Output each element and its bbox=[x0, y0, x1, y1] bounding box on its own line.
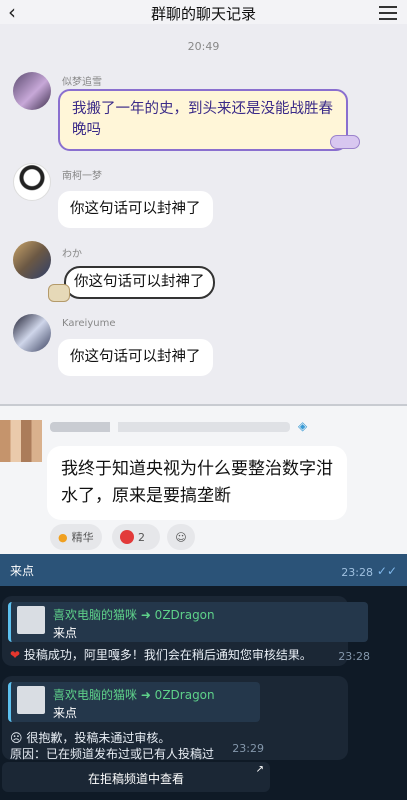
avatar[interactable] bbox=[13, 241, 51, 279]
quote-text: 来点 bbox=[53, 706, 78, 720]
message-bubble: 我搬了一年的史，到头来还是没能战胜春晚吗 bbox=[58, 89, 348, 151]
reaction-count: 2 bbox=[138, 530, 145, 544]
nickname: Kareiyume bbox=[62, 318, 116, 329]
quote-thumbnail bbox=[17, 686, 45, 714]
view-rejected-channel-button[interactable]: 在拒稿频道中查看 ↗ bbox=[2, 762, 270, 792]
record-title: 群聊的聊天记录 bbox=[150, 5, 256, 23]
blurred-meta bbox=[50, 422, 290, 432]
quote-author: 喜欢电脑的猫咪 ➜ 0ZDragon bbox=[53, 608, 215, 622]
reply-quote[interactable]: 喜欢电脑的猫咪 ➜ 0ZDragon 来点 bbox=[8, 682, 260, 722]
message-time: 23:29 bbox=[232, 742, 264, 755]
nickname: 南柯一梦 bbox=[62, 171, 102, 182]
double-check-icon: ✓✓ bbox=[376, 564, 397, 578]
bubble-decoration-icon bbox=[330, 135, 360, 149]
channel-post: ◈ 我终于知道央视为什么要整治数字泔水了，原来是要搞垄断 ● 精华 2 ☺ bbox=[0, 404, 407, 554]
button-label: 在拒稿频道中查看 bbox=[87, 772, 184, 786]
smile-icon: ☺ bbox=[175, 530, 187, 544]
sticker-icon bbox=[48, 284, 70, 302]
reaction-red[interactable]: 2 bbox=[112, 524, 160, 550]
reply-quote[interactable]: 喜欢电脑的猫咪 ➜ 0ZDragon 来点 bbox=[8, 602, 368, 642]
bot-message-line: ❤ 投稿成功，阿里嘎多！我们会在稍后通知您审核结果。 bbox=[10, 648, 312, 662]
timestamp: 20:49 bbox=[187, 40, 220, 53]
badge-icon: ◈ bbox=[298, 419, 308, 433]
avatar[interactable] bbox=[13, 72, 51, 110]
record-header: ‹ 群聊的聊天记录 bbox=[0, 0, 407, 24]
bot-message-line: ☹ 很抱歉，投稿未通过审核。 bbox=[10, 731, 171, 745]
quote-thumbnail bbox=[17, 606, 45, 634]
quote-text: 来点 bbox=[53, 626, 78, 640]
menu-icon[interactable] bbox=[379, 6, 397, 20]
nickname: わか bbox=[62, 249, 82, 260]
sad-face-icon: ☹ bbox=[10, 731, 23, 745]
flame-icon: ● bbox=[58, 530, 68, 544]
bot-reply-rejected[interactable]: 喜欢电脑的猫咪 ➜ 0ZDragon 来点 ☹ 很抱歉，投稿未通过审核。 原因：… bbox=[2, 676, 348, 761]
heart-icon: ❤ bbox=[10, 648, 21, 662]
bot-reply-success[interactable]: 喜欢电脑的猫咪 ➜ 0ZDragon 来点 ❤ 投稿成功，阿里嘎多！我们会在稍后… bbox=[2, 596, 370, 666]
message-time: 23:28 bbox=[341, 566, 373, 579]
message-bubble: 你这句话可以封神了 bbox=[58, 191, 213, 228]
external-link-icon: ↗ bbox=[255, 764, 264, 775]
outgoing-message[interactable]: 来点 23:28 ✓✓ bbox=[0, 554, 407, 586]
add-reaction-button[interactable]: ☺ bbox=[167, 524, 195, 550]
nickname: 似梦追雪 bbox=[62, 77, 102, 88]
post-text: 我终于知道央视为什么要整治数字泔水了，原来是要搞垄断 bbox=[47, 446, 347, 520]
message-bubble: 你这句话可以封神了 bbox=[64, 266, 215, 299]
avatar[interactable] bbox=[13, 163, 51, 201]
message-bubble: 你这句话可以封神了 bbox=[58, 339, 213, 376]
quote-author: 喜欢电脑的猫咪 ➜ 0ZDragon bbox=[53, 688, 215, 702]
reaction-label: 精华 bbox=[71, 531, 94, 544]
message-time: 23:28 bbox=[338, 650, 370, 663]
chat-record-panel: ‹ 群聊的聊天记录 20:49 似梦追雪 我搬了一年的史，到头来还是没能战胜春晚… bbox=[0, 0, 407, 404]
message-text: 来点 bbox=[10, 564, 35, 578]
blurred-avatar[interactable] bbox=[0, 420, 42, 462]
avatar[interactable] bbox=[13, 314, 51, 352]
reaction-highlight[interactable]: ● 精华 bbox=[50, 524, 102, 550]
bot-message-reason: 原因：已在频道发布过或已有人投稿过 bbox=[10, 747, 215, 761]
red-reaction-icon bbox=[120, 530, 134, 544]
